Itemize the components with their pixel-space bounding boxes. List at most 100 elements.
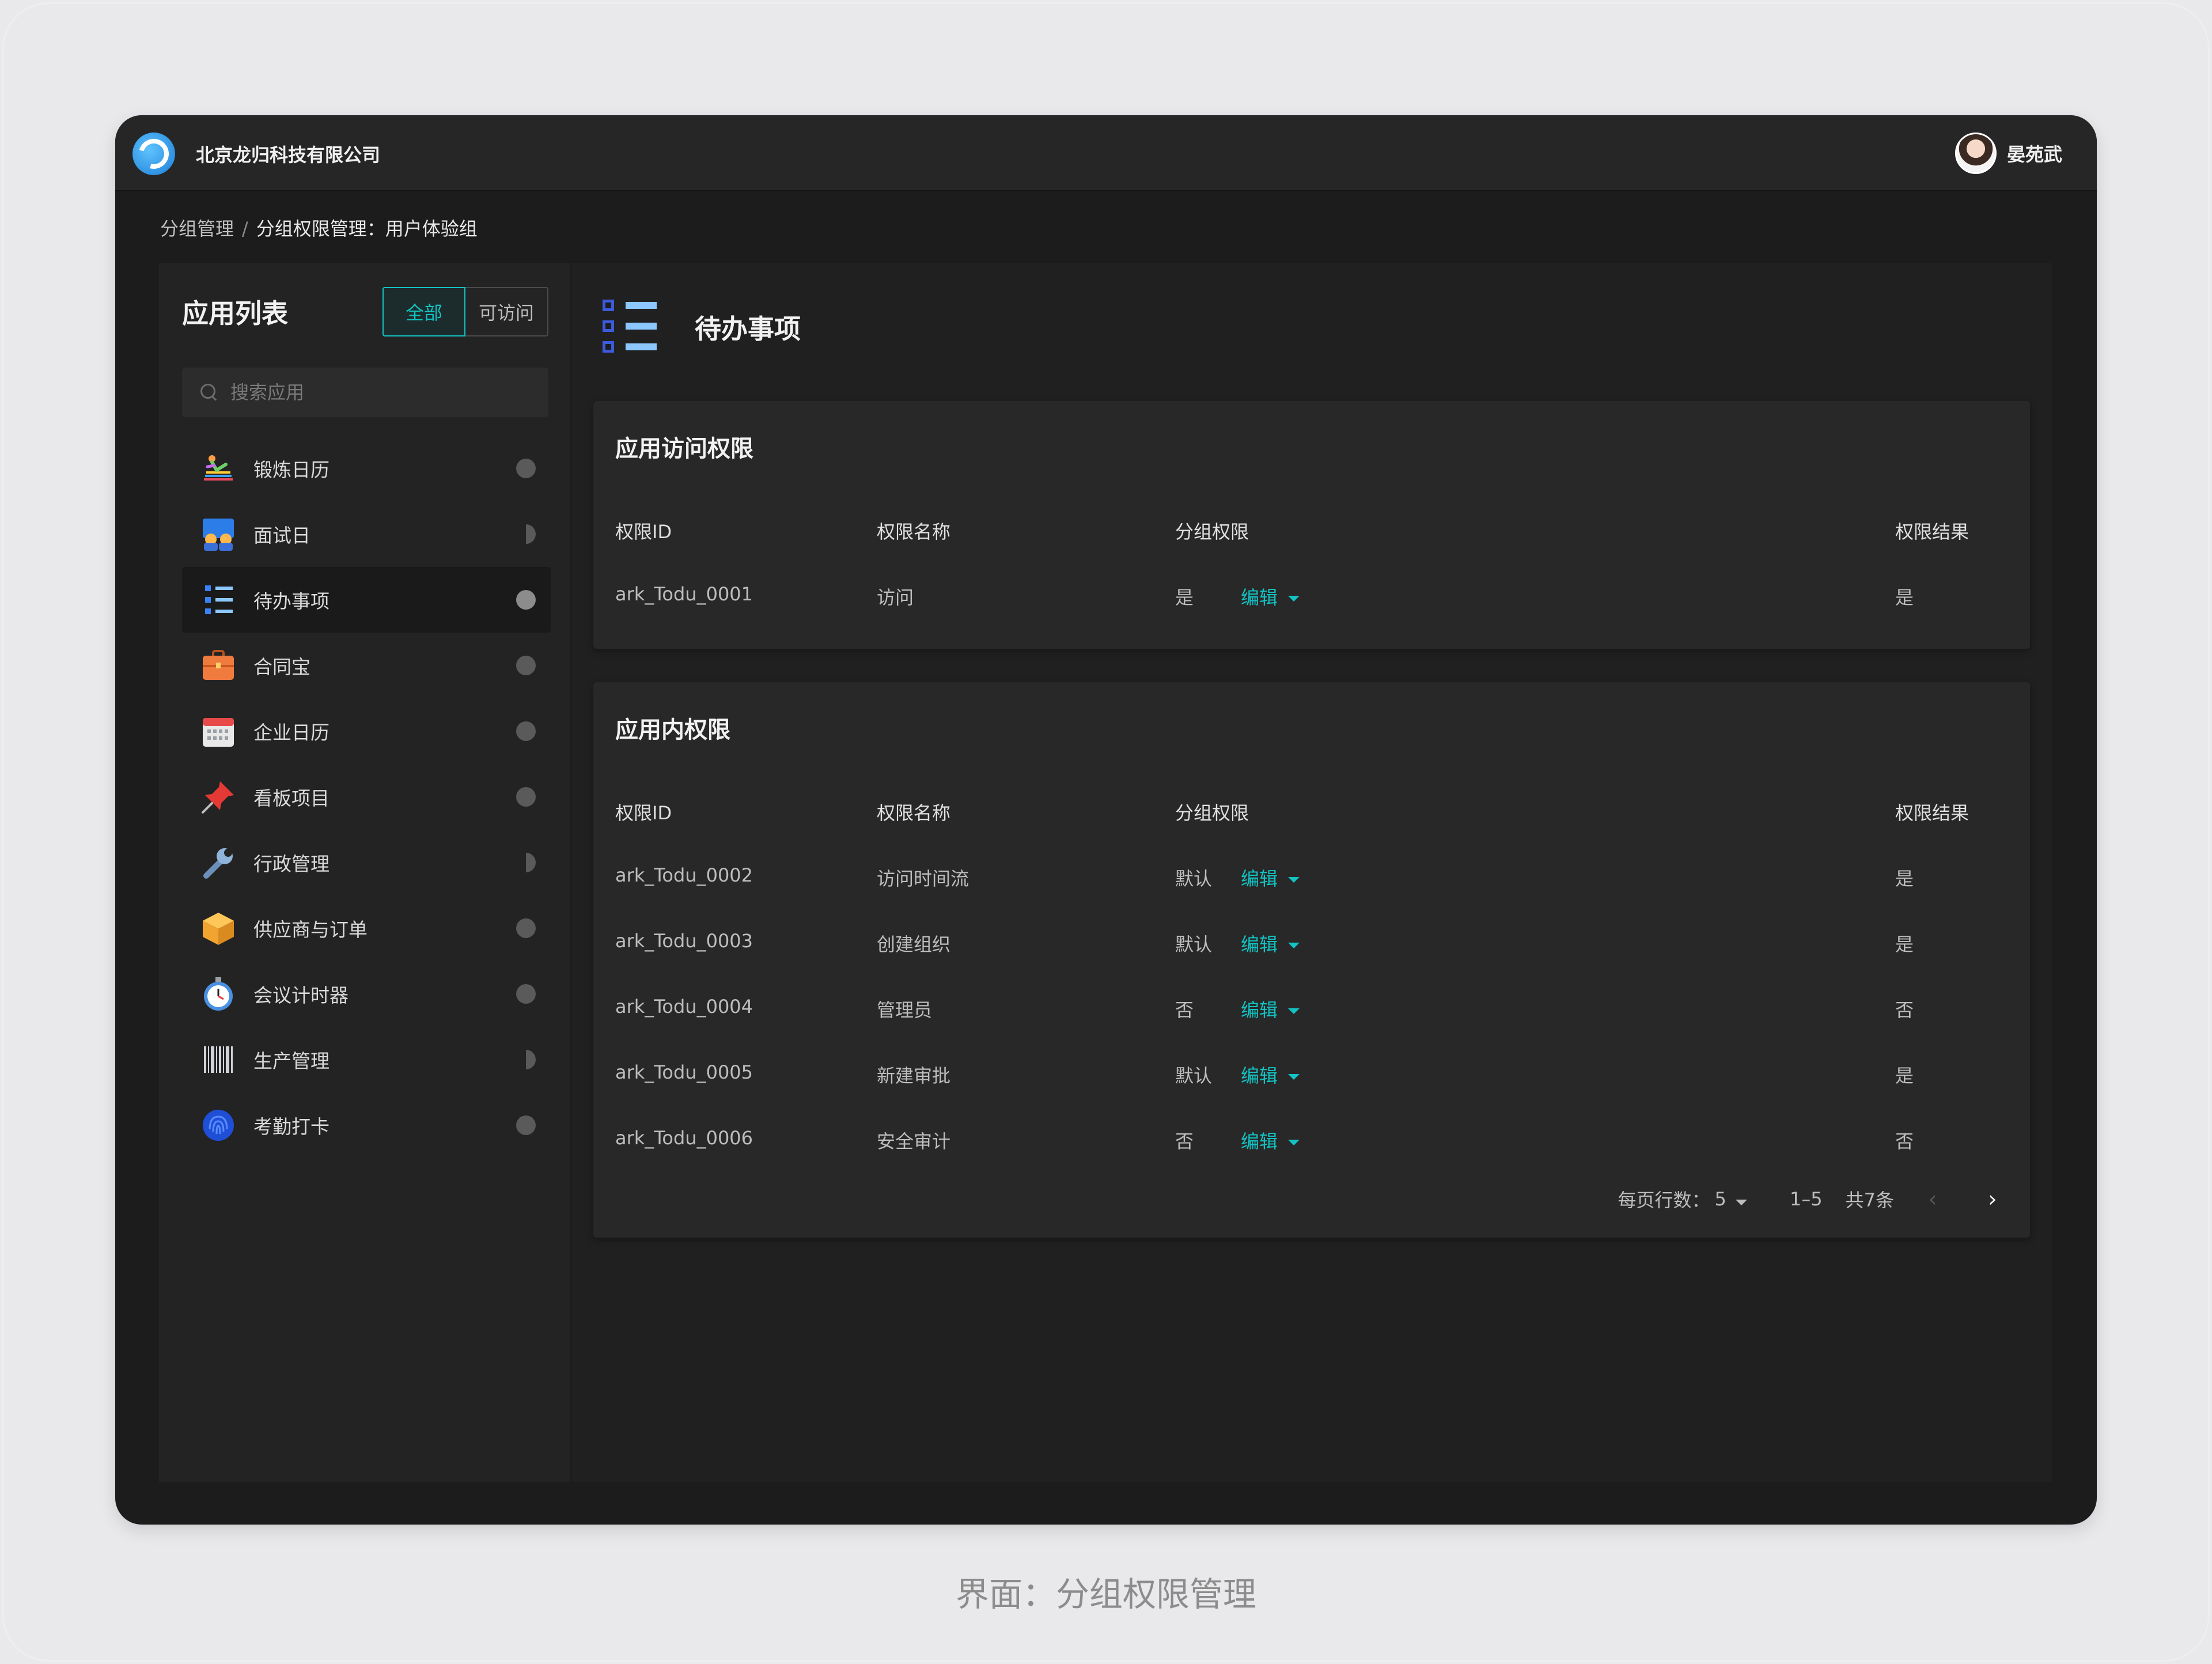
access-status-icon — [516, 984, 536, 1004]
app-filter-toggle: 全部 可访问 — [382, 287, 548, 336]
app-item-label: 面试日 — [253, 524, 310, 547]
edit-dropdown[interactable]: 编辑 — [1241, 1127, 1300, 1154]
app-item-meeting-timer[interactable]: 会议计时器 — [182, 961, 551, 1027]
interview-icon — [199, 515, 237, 553]
app-item-label: 行政管理 — [253, 853, 329, 875]
app-item-label: 锻炼日历 — [253, 459, 329, 481]
partial-access-status-icon — [516, 1050, 536, 1069]
app-item-kanban[interactable]: 看板项目 — [182, 764, 551, 830]
rows-per-page-label: 每页行数： — [1618, 1189, 1710, 1211]
rows-per-page-value: 5 — [1714, 1188, 1726, 1210]
access-status-icon — [516, 1115, 536, 1135]
permission-id: ark_Todu_0004 — [615, 996, 753, 1018]
app-item-administration[interactable]: 行政管理 — [182, 830, 551, 895]
app-item-label: 企业日历 — [253, 721, 329, 744]
app-item-exercise-calendar[interactable]: 锻炼日历 — [182, 436, 551, 501]
briefcase-icon — [199, 646, 237, 684]
group-permission: 默认 — [1175, 933, 1213, 955]
app-item-contract[interactable]: 合同宝 — [182, 633, 551, 698]
app-item-supplier-orders[interactable]: 供应商与订单 — [182, 895, 551, 961]
permission-name: 管理员 — [877, 999, 933, 1021]
caret-down-icon — [1735, 1200, 1747, 1205]
app-item-todo[interactable]: 待办事项 — [182, 567, 551, 633]
company-logo-icon[interactable] — [132, 133, 175, 175]
exercise-icon — [199, 449, 237, 487]
caret-down-icon — [1288, 1074, 1300, 1080]
group-permission: 是 — [1175, 587, 1194, 608]
app-item-label: 待办事项 — [253, 590, 329, 612]
in-app-permissions-card: 应用内权限 权限ID 权限名称 分组权限 权限结果 ark_Todu_0002 … — [593, 682, 2030, 1238]
search-icon — [199, 383, 219, 402]
group-permission: 默认 — [1175, 868, 1213, 890]
todo-list-icon — [199, 581, 237, 619]
edit-dropdown[interactable]: 编辑 — [1241, 996, 1300, 1022]
app-access-permissions-card: 应用访问权限 权限ID 权限名称 分组权限 权限结果 ark_Todu_0001… — [593, 401, 2030, 649]
column-header-id: 权限ID — [615, 521, 672, 543]
permission-name: 新建审批 — [877, 1065, 951, 1087]
rows-per-page-select[interactable]: 5 — [1715, 1188, 1747, 1210]
app-item-production[interactable]: 生产管理 — [182, 1027, 551, 1092]
column-header-result: 权限结果 — [1895, 521, 1969, 543]
permission-result: 是 — [1895, 587, 1914, 608]
edit-label: 编辑 — [1241, 868, 1278, 890]
wrench-icon — [199, 844, 237, 882]
search-input[interactable] — [230, 381, 530, 403]
main-panel: 待办事项 应用访问权限 权限ID 权限名称 分组权限 权限结果 ark_Todu… — [571, 263, 2052, 1482]
table-row: ark_Todu_0003 创建组织 默认 编辑 是 — [593, 922, 2030, 956]
access-status-icon — [516, 918, 536, 938]
pagination: 每页行数： 5 1–5 共7条 ‹ › — [1618, 1183, 2008, 1215]
edit-label: 编辑 — [1241, 587, 1278, 608]
permission-result: 否 — [1895, 999, 1914, 1021]
company-name: 北京龙归科技有限公司 — [196, 144, 381, 166]
avatar[interactable] — [1955, 133, 1997, 174]
caret-down-icon — [1288, 877, 1300, 883]
column-header-group: 分组权限 — [1175, 521, 1249, 543]
permission-id: ark_Todu_0005 — [615, 1061, 753, 1083]
filter-all-button[interactable]: 全部 — [382, 287, 465, 336]
content-area: 应用列表 全部 可访问 搜索应用 锻炼日历 面试日 待办事项 合同宝 企业日历 … — [159, 263, 2052, 1482]
app-item-label: 看板项目 — [253, 787, 329, 810]
app-item-label: 考勤打卡 — [253, 1115, 329, 1138]
chevron-left-icon[interactable]: ‹ — [1917, 1183, 1948, 1215]
app-item-enterprise-calendar[interactable]: 企业日历 — [182, 698, 551, 764]
top-bar: 北京龙归科技有限公司 晏苑武 — [115, 115, 2097, 191]
group-permission: 否 — [1175, 1130, 1194, 1152]
edit-dropdown[interactable]: 编辑 — [1241, 930, 1300, 956]
card-title: 应用内权限 — [615, 717, 730, 743]
permission-result: 是 — [1895, 1065, 1914, 1087]
sidebar-title: 应用列表 — [182, 298, 288, 329]
edit-label: 编辑 — [1241, 1130, 1278, 1152]
user-menu[interactable]: 晏苑武 — [1955, 133, 2062, 174]
partial-access-status-icon — [516, 524, 536, 544]
permission-name: 安全审计 — [877, 1130, 951, 1152]
permission-result: 否 — [1895, 1130, 1914, 1152]
page-title: 待办事项 — [695, 313, 801, 345]
permission-id: ark_Todu_0002 — [615, 864, 753, 886]
breadcrumb-separator: / — [242, 218, 248, 240]
caret-down-icon — [1288, 943, 1300, 948]
partial-access-status-icon — [516, 853, 536, 872]
column-header-group: 分组权限 — [1175, 802, 1249, 824]
group-permission: 否 — [1175, 999, 1194, 1021]
permission-result: 是 — [1895, 868, 1914, 890]
filter-accessible-button[interactable]: 可访问 — [465, 287, 548, 336]
edit-dropdown[interactable]: 编辑 — [1241, 864, 1300, 891]
column-header-name: 权限名称 — [877, 521, 951, 543]
todo-list-icon — [600, 297, 664, 357]
table-row: ark_Todu_0001 访问 是 编辑 是 — [593, 575, 2030, 610]
username[interactable]: 晏苑武 — [2007, 140, 2062, 167]
app-item-attendance[interactable]: 考勤打卡 — [182, 1092, 551, 1158]
package-icon — [199, 909, 237, 947]
permission-name: 创建组织 — [877, 933, 951, 955]
app-sidebar: 应用列表 全部 可访问 搜索应用 锻炼日历 面试日 待办事项 合同宝 企业日历 … — [159, 263, 571, 1482]
chevron-right-icon[interactable]: › — [1977, 1183, 2008, 1215]
group-permission: 默认 — [1175, 1065, 1213, 1087]
pushpin-icon — [199, 778, 237, 816]
access-status-icon — [516, 656, 536, 675]
edit-dropdown[interactable]: 编辑 — [1241, 1061, 1300, 1088]
page-range: 1–5 — [1789, 1188, 1823, 1210]
edit-dropdown[interactable]: 编辑 — [1241, 583, 1300, 610]
app-item-interview[interactable]: 面试日 — [182, 501, 551, 567]
app-item-label: 生产管理 — [253, 1050, 329, 1072]
breadcrumb-parent[interactable]: 分组管理 — [160, 218, 234, 240]
